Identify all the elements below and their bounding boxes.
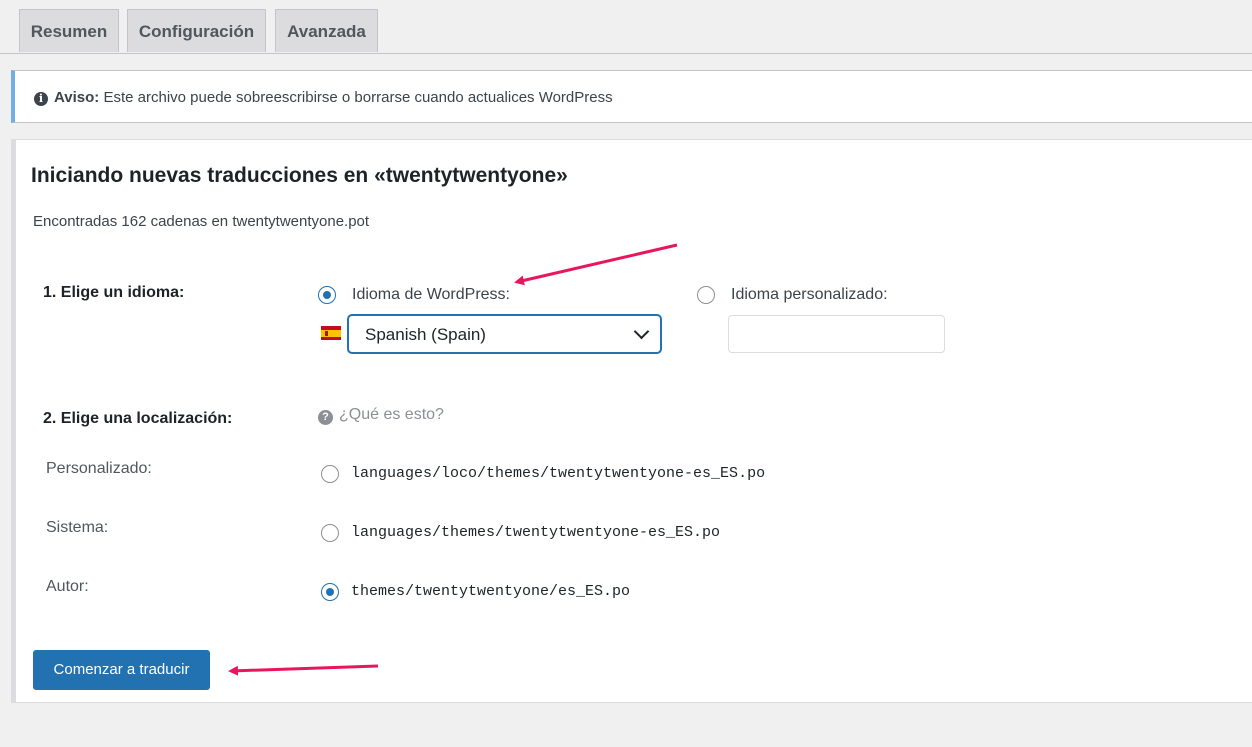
wordpress-language-label[interactable]: Idioma de WordPress: [352,286,510,304]
location-path-system[interactable]: languages/themes/twentytwentyone-es_ES.p… [351,524,720,541]
custom-language-radio[interactable] [697,286,715,304]
notice-text: Aviso: Este archivo puede sobreescribirs… [54,89,613,106]
location-step-label: 2. Elige una localización: [43,410,233,427]
page: Resumen Configuración Avanzada i Aviso: … [0,0,1252,747]
start-translating-button[interactable]: Comenzar a traducir [33,650,210,690]
tab-avanzada[interactable]: Avanzada [275,9,378,52]
location-radio-author[interactable] [321,583,339,601]
custom-language-input[interactable] [728,315,945,353]
warning-notice: i Aviso: Este archivo puede sobreescribi… [11,70,1252,123]
tab-configuracion[interactable]: Configuración [127,9,266,52]
location-radio-custom[interactable] [321,465,339,483]
page-title: Iniciando nuevas traducciones en «twenty… [31,164,568,187]
location-label-author: Autor: [46,578,89,595]
location-path-author[interactable]: themes/twentytwentyone/es_ES.po [351,583,630,600]
location-label-custom: Personalizado: [46,460,152,477]
chevron-down-icon [633,323,650,340]
language-select[interactable]: Spanish (Spain) [348,315,661,353]
location-radio-system[interactable] [321,524,339,542]
wordpress-language-radio[interactable] [318,286,336,304]
location-label-system: Sistema: [46,519,109,536]
found-strings-text: Encontradas 162 cadenas en twentytwentyo… [33,213,370,230]
location-path-custom[interactable]: languages/loco/themes/twentytwentyone-es… [351,465,765,482]
notice-label: Aviso: [54,89,100,106]
help-icon[interactable]: ? [318,410,333,425]
info-icon: i [34,92,48,106]
spain-flag-icon [321,326,341,340]
notice-message: Este archivo puede sobreescribirse o bor… [99,89,613,106]
tab-bar: Resumen Configuración Avanzada [0,0,1252,54]
language-step-label: 1. Elige un idioma: [43,284,185,301]
custom-language-label[interactable]: Idioma personalizado: [731,286,888,304]
help-link[interactable]: ¿Qué es esto? [339,406,444,424]
language-select-value: Spanish (Spain) [365,325,486,344]
tab-resumen[interactable]: Resumen [19,9,119,52]
